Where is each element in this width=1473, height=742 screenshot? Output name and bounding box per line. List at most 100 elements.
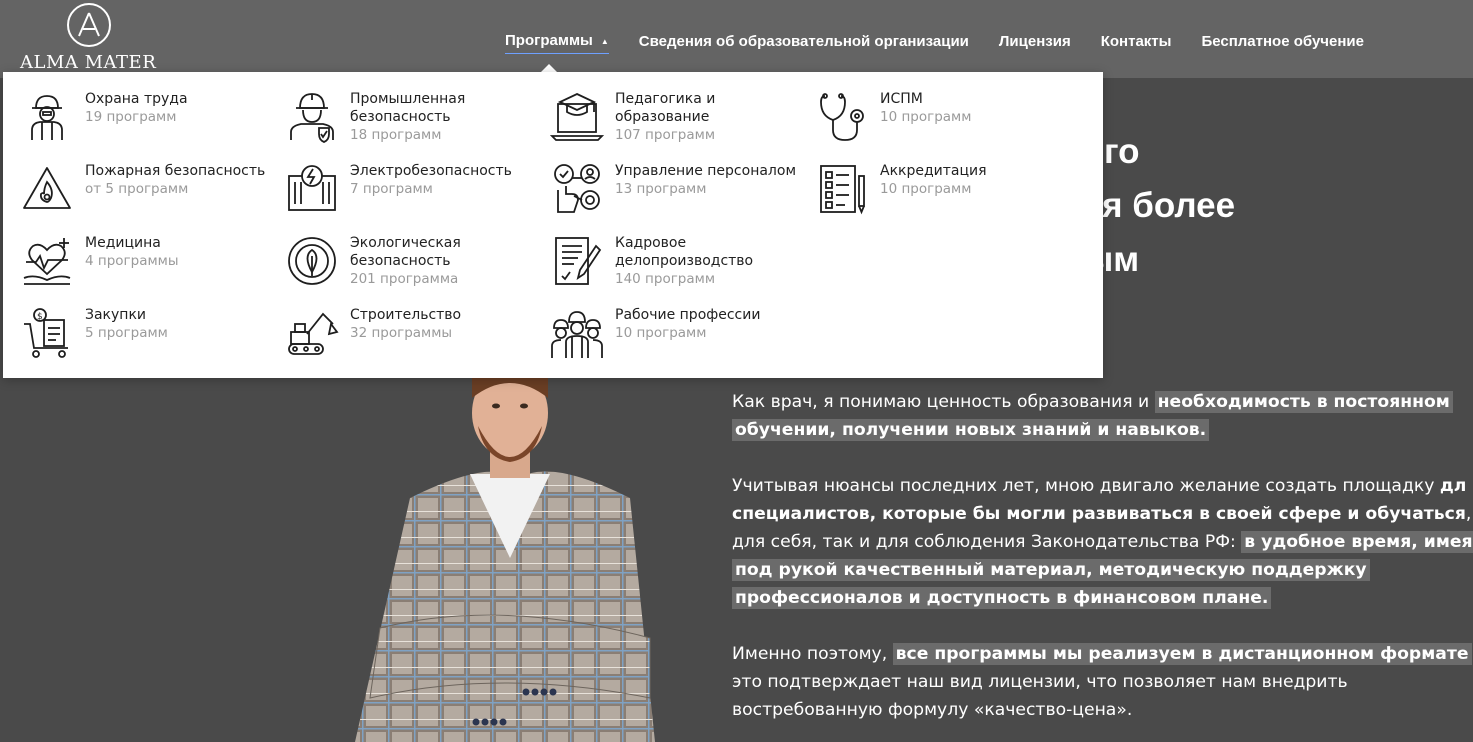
dropdown-item-text: Аккредитация 10 программ xyxy=(880,162,1075,198)
about-text: Как врач, я понимаю ценность образования… xyxy=(732,388,1473,742)
logo[interactable]: ALMA MATER xyxy=(20,3,160,73)
paragraph-2: Учитывая нюансы последних лет, мною двиг… xyxy=(732,472,1473,612)
dropdown-item-ecology[interactable]: Экологическая безопасность 201 программа xyxy=(285,234,547,298)
dropdown-item-medicine[interactable]: Медицина 4 программы xyxy=(20,234,282,298)
text-run: , к xyxy=(1465,504,1473,524)
bold-run: специалистов, которые бы могли развивать… xyxy=(732,504,1466,524)
fire-warning-icon xyxy=(20,162,74,216)
dropdown-item-count: от 5 программ xyxy=(85,181,189,197)
shopping-cart-icon: $ xyxy=(20,306,74,360)
dropdown-item-accreditation[interactable]: Аккредитация 10 программ xyxy=(815,162,1077,226)
dropdown-item-text: Охрана труда 19 программ xyxy=(85,90,280,126)
stethoscope-icon xyxy=(815,90,869,144)
dropdown-item-ispm[interactable]: ИСПМ 10 программ xyxy=(815,90,1077,154)
dropdown-item-text: ИСПМ 10 программ xyxy=(880,90,1075,126)
dropdown-item-count: 18 программ xyxy=(350,127,442,143)
logo-text: ALMA MATER xyxy=(20,52,157,73)
doctor-photo xyxy=(350,368,670,742)
worker-safety-icon xyxy=(20,90,74,144)
dropdown-item-text: Управление персоналом 13 программ xyxy=(615,162,810,198)
eco-leaf-icon xyxy=(285,234,339,288)
dropdown-item-count: 19 программ xyxy=(85,109,177,125)
text-run: Как врач, я понимаю ценность образования… xyxy=(732,392,1155,412)
site-header: ALMA MATER Программы ▲ Сведения об образо… xyxy=(0,0,1473,78)
programs-dropdown: Охрана труда 19 программ Пожарная безопа… xyxy=(3,72,1103,378)
nav-contacts[interactable]: Контакты xyxy=(1101,33,1172,50)
dropdown-item-count: 201 программа xyxy=(350,271,459,287)
dropdown-item-title: Пожарная безопасность xyxy=(85,163,266,179)
logo-emblem-icon xyxy=(67,3,111,47)
dropdown-item-hr-management[interactable]: Управление персоналом 13 программ xyxy=(550,162,812,226)
heart-medicine-icon xyxy=(20,234,74,288)
dropdown-item-title: Рабочие профессии xyxy=(615,307,761,323)
nav-programs[interactable]: Программы ▲ xyxy=(505,32,609,54)
text-run: это подтверждает наш вид лицензии, что п… xyxy=(732,672,1348,692)
dropdown-item-count: 107 программ xyxy=(615,127,716,143)
dropdown-item-hr-records[interactable]: Кадровое делопроизводство 140 программ xyxy=(550,234,812,298)
nav-org-info[interactable]: Сведения об образовательной организации xyxy=(639,33,969,50)
caret-up-icon: ▲ xyxy=(600,36,609,46)
highlight-run: необходимость в постоянном xyxy=(1154,391,1453,413)
dropdown-item-title: Экологическая безопасность xyxy=(350,235,461,269)
dropdown-item-procurement[interactable]: $ Закупки 5 программ xyxy=(20,306,282,370)
dropdown-item-title: Медицина xyxy=(85,235,161,251)
dropdown-item-title: Аккредитация xyxy=(880,163,987,179)
dropdown-item-text: Пожарная безопасность от 5 программ xyxy=(85,162,280,198)
workers-group-icon xyxy=(550,306,604,360)
dropdown-item-title: Промышленная безопасность xyxy=(350,91,466,125)
dropdown-item-title: ИСПМ xyxy=(880,91,923,107)
nav-free-education[interactable]: Бесплатное обучение xyxy=(1201,33,1364,50)
highlight-run: под рукой качественный материал, методич… xyxy=(732,559,1370,581)
industrial-worker-icon xyxy=(285,90,339,144)
text-run: востребованную формулу «качество-цена». xyxy=(732,700,1133,720)
dropdown-item-labor-safety[interactable]: Охрана труда 19 программ xyxy=(20,90,282,154)
text-run: для себя, так и для соблюдения Законодат… xyxy=(732,532,1242,552)
dropdown-item-construction[interactable]: Строительство 32 программы xyxy=(285,306,547,370)
dropdown-item-title: Закупки xyxy=(85,307,147,323)
main-nav: Программы ▲ Сведения об образовательной о… xyxy=(505,28,1394,54)
dropdown-item-fire-safety[interactable]: Пожарная безопасность от 5 программ xyxy=(20,162,282,226)
dropdown-item-title: Электробезопасность xyxy=(350,163,512,179)
dropdown-item-text: Кадровое делопроизводство 140 программ xyxy=(615,234,810,288)
excavator-icon xyxy=(285,306,339,360)
electric-panel-icon xyxy=(285,162,339,216)
dropdown-item-count: 10 программ xyxy=(615,325,707,341)
dropdown-item-count: 10 программ xyxy=(880,181,972,197)
paragraph-1: Как врач, я понимаю ценность образования… xyxy=(732,388,1473,444)
dropdown-item-count: 32 программы xyxy=(350,325,453,341)
dropdown-item-count: 13 программ xyxy=(615,181,707,197)
text-run: Именно поэтому, xyxy=(732,644,893,664)
highlight-run: в удобное время, имея xyxy=(1241,531,1473,553)
document-pen-icon xyxy=(550,234,604,288)
dropdown-item-blue-collar[interactable]: Рабочие профессии 10 программ xyxy=(550,306,812,370)
dropdown-item-text: Рабочие профессии 10 программ xyxy=(615,306,810,342)
dropdown-item-text: Экологическая безопасность 201 программа xyxy=(350,234,545,288)
dropdown-item-count: 10 программ xyxy=(880,109,972,125)
graduation-laptop-icon xyxy=(549,90,605,144)
dropdown-item-text: Закупки 5 программ xyxy=(85,306,280,342)
dropdown-item-title: Охрана труда xyxy=(85,91,188,107)
highlight-run: все программы мы реализуем в дистанционн… xyxy=(892,643,1472,665)
checklist-icon xyxy=(815,162,869,216)
dropdown-item-count: 5 программ xyxy=(85,325,168,341)
hr-management-icon xyxy=(550,162,604,216)
nav-license[interactable]: Лицензия xyxy=(999,33,1071,50)
dropdown-item-text: Электробезопасность 7 программ xyxy=(350,162,545,198)
dropdown-item-electrical-safety[interactable]: Электробезопасность 7 программ xyxy=(285,162,547,226)
dropdown-item-text: Медицина 4 программы xyxy=(85,234,280,270)
dropdown-item-text: Строительство 32 программы xyxy=(350,306,545,342)
dropdown-item-text: Педагогика и образование 107 программ xyxy=(615,90,810,144)
dropdown-item-count: 7 программ xyxy=(350,181,433,197)
dropdown-item-count: 140 программ xyxy=(615,271,716,287)
nav-programs-label: Программы xyxy=(505,32,593,49)
dropdown-item-industrial-safety[interactable]: Промышленная безопасность 18 программ xyxy=(285,90,547,154)
dropdown-item-text: Промышленная безопасность 18 программ xyxy=(350,90,545,144)
text-run: Учитывая нюансы последних лет, мною двиг… xyxy=(732,476,1440,496)
bold-run: дл xyxy=(1439,476,1467,496)
dropdown-item-title: Кадровое делопроизводство xyxy=(615,235,754,269)
svg-text:$: $ xyxy=(37,312,43,322)
dropdown-item-pedagogy[interactable]: Педагогика и образование 107 программ xyxy=(549,90,812,154)
highlight-run: профессионалов и доступность в финансово… xyxy=(732,587,1272,609)
dropdown-item-title: Строительство xyxy=(350,307,462,323)
paragraph-3: Именно поэтому, все программы мы реализу… xyxy=(732,640,1473,724)
